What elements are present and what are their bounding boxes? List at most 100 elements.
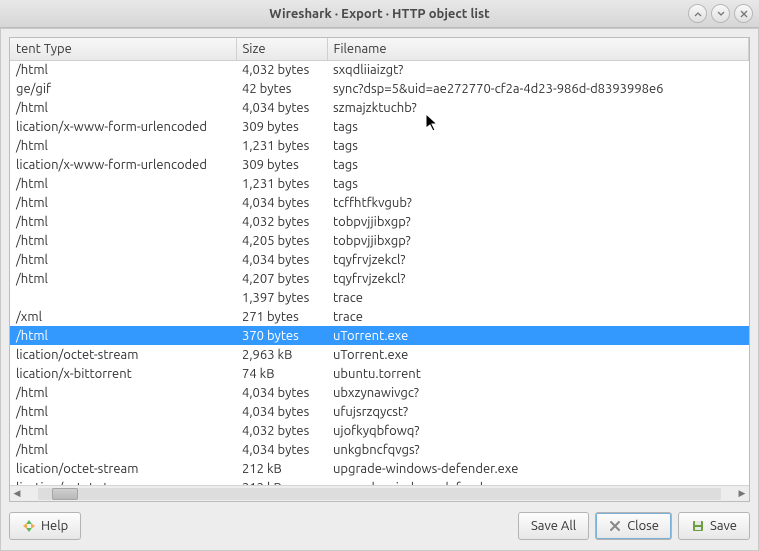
cell-size: 4,032 bytes [236,60,327,79]
table-row[interactable]: /html4,034 bytestqyfrvjzekcl? [10,250,749,269]
cell-type: lication/x-www-form-urlencoded [10,117,236,136]
scrollbar-track[interactable] [38,488,721,500]
cell-file: trace [327,288,749,307]
table-row[interactable]: /html1,231 bytestags [10,136,749,155]
table-row[interactable]: /html4,032 bytesujofkyqbfowq? [10,421,749,440]
table-row[interactable]: lication/x-www-form-urlencoded309 bytest… [10,117,749,136]
table-row[interactable]: 1,397 bytestrace [10,288,749,307]
cell-type: /html [10,231,236,250]
cell-file: ufujsrzqycst? [327,402,749,421]
cell-size: 4,032 bytes [236,212,327,231]
close-window-button[interactable] [734,4,753,23]
cell-type: lication/x-bittorrent [10,364,236,383]
table-row[interactable]: /html4,032 bytestobpvjjibxgp? [10,212,749,231]
cell-type: /html [10,212,236,231]
cell-size: 1,397 bytes [236,288,327,307]
cell-file: upgrade-windows-defender.exe [327,478,749,485]
cell-size: 42 bytes [236,79,327,98]
help-icon [22,519,36,533]
cell-type: /html [10,250,236,269]
dialog-button-bar: Help Save All Close Save [9,502,750,542]
save-button[interactable]: Save [678,512,750,540]
cell-type: /xml [10,307,236,326]
table-row[interactable]: /html370 bytesuTorrent.exe [10,326,749,345]
cell-size: 4,034 bytes [236,250,327,269]
cell-type: /html [10,60,236,79]
column-header-content-type[interactable]: tent Type [10,38,236,60]
cell-file: szmajzktuchb? [327,98,749,117]
cell-size: 4,034 bytes [236,383,327,402]
window-title: Wireshark · Export · HTTP object list [269,7,490,21]
table-row[interactable]: lication/octet-stream212 kBupgrade-windo… [10,478,749,485]
cell-type: /html [10,174,236,193]
table-row[interactable]: /html4,034 bytesunkgbncfqvgs? [10,440,749,459]
cell-size: 212 kB [236,459,327,478]
minimize-button[interactable] [688,4,707,23]
table-row[interactable]: ge/gif42 bytessync?dsp=5&uid=ae272770-cf… [10,79,749,98]
dialog-content: tent Type Size Filename /html4,032 bytes… [0,28,759,551]
titlebar: Wireshark · Export · HTTP object list [0,0,759,28]
cell-file: sync?dsp=5&uid=ae272770-cf2a-4d23-986d-d… [327,79,749,98]
help-button[interactable]: Help [9,512,81,540]
table-row[interactable]: /html4,207 bytestqyfrvjzekcl? [10,269,749,288]
table-row[interactable]: /html4,034 bytesufujsrzqycst? [10,402,749,421]
close-button[interactable]: Close [595,512,672,540]
cell-size: 74 kB [236,364,327,383]
cell-file: tags [327,136,749,155]
table-row[interactable]: lication/octet-stream212 kBupgrade-windo… [10,459,749,478]
cell-size: 309 bytes [236,155,327,174]
cell-file: tags [327,174,749,193]
cell-size: 4,207 bytes [236,269,327,288]
cell-type: lication/octet-stream [10,459,236,478]
table-row[interactable]: /html4,205 bytestobpvjjibxgp? [10,231,749,250]
horizontal-scrollbar[interactable]: ◀ ▶ [10,485,749,501]
cell-type: /html [10,383,236,402]
save-icon [691,519,705,533]
cell-type: /html [10,326,236,345]
close-icon [608,519,622,533]
table-row[interactable]: /html4,034 bytesubxzynawivgc? [10,383,749,402]
cell-type: /html [10,440,236,459]
cell-size: 1,231 bytes [236,136,327,155]
table-row[interactable]: lication/x-bittorrent74 kBubuntu.torrent [10,364,749,383]
cell-size: 4,034 bytes [236,440,327,459]
cell-file: tags [327,117,749,136]
scroll-right-arrow-icon[interactable]: ▶ [735,487,749,501]
column-header-size[interactable]: Size [236,38,327,60]
cell-file: tqyfrvjzekcl? [327,269,749,288]
table-row[interactable]: /html1,231 bytestags [10,174,749,193]
cell-file: upgrade-windows-defender.exe [327,459,749,478]
table-row[interactable]: /html4,032 bytessxqdliiaizgt? [10,60,749,79]
cell-file: ujofkyqbfowq? [327,421,749,440]
maximize-button[interactable] [711,4,730,23]
object-list-table[interactable]: tent Type Size Filename /html4,032 bytes… [9,37,750,502]
cell-size: 271 bytes [236,307,327,326]
cell-size: 309 bytes [236,117,327,136]
cell-type [10,288,236,307]
close-button-label: Close [627,519,659,533]
scrollbar-thumb[interactable] [52,488,78,500]
cell-type: /html [10,421,236,440]
cell-file: tqyfrvjzekcl? [327,250,749,269]
cell-file: uTorrent.exe [327,345,749,364]
table-row[interactable]: lication/octet-stream2,963 kBuTorrent.ex… [10,345,749,364]
cell-file: ubxzynawivgc? [327,383,749,402]
table-row[interactable]: /html4,034 bytestcffhtfkvgub? [10,193,749,212]
save-all-button-label: Save All [531,519,576,533]
cell-type: ge/gif [10,79,236,98]
scroll-left-arrow-icon[interactable]: ◀ [10,487,24,501]
cell-file: tobpvjjibxgp? [327,231,749,250]
table-row[interactable]: /html4,034 bytesszmajzktuchb? [10,98,749,117]
table-row[interactable]: lication/x-www-form-urlencoded309 bytest… [10,155,749,174]
help-button-label: Help [41,519,68,533]
save-button-label: Save [710,519,737,533]
cell-size: 1,231 bytes [236,174,327,193]
cell-file: uTorrent.exe [327,326,749,345]
cell-size: 4,034 bytes [236,193,327,212]
cell-type: /html [10,136,236,155]
column-header-filename[interactable]: Filename [327,38,749,60]
cell-file: ubuntu.torrent [327,364,749,383]
table-row[interactable]: /xml271 bytestrace [10,307,749,326]
save-all-button[interactable]: Save All [518,512,589,540]
cell-file: tobpvjjibxgp? [327,212,749,231]
